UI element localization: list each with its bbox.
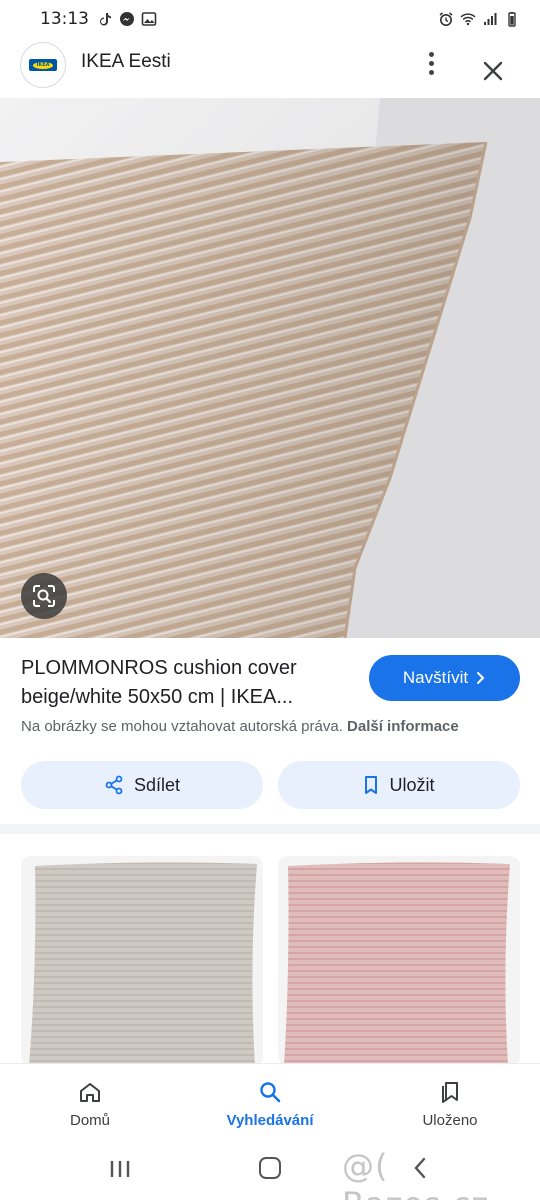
site-logo[interactable]: IKEA [20,42,66,88]
more-dot-icon [428,69,434,75]
tiktok-icon [100,13,111,26]
site-name[interactable]: IKEA Eesti [81,51,171,73]
share-icon [105,775,123,795]
recent-apps-icon[interactable] [108,1159,132,1179]
related-result-card[interactable] [21,856,263,1066]
home-icon [80,1083,100,1102]
nav-saved[interactable]: Uloženo [360,1064,540,1145]
visual-search-button[interactable] [21,573,67,619]
wifi-icon [460,13,476,26]
status-time: 13:13 [40,9,89,29]
nav-search-label: Vyhledávání [226,1112,314,1129]
signal-icon [484,13,497,25]
more-dot-icon [428,60,434,66]
related-image-pink-cushion [278,856,520,1066]
product-title-line-1: PLOMMONROS cushion cover [21,657,297,679]
visit-button[interactable]: Navštívit [369,655,520,701]
battery-icon [508,12,516,27]
copyright-notice: Na obrázky se mohou vztahovat autorská p… [21,718,459,735]
close-icon[interactable] [478,56,508,86]
more-dot-icon [428,51,434,57]
home-button-icon[interactable] [259,1157,281,1179]
product-title-line-2: beige/white 50x50 cm | IKEA... [21,686,294,708]
ikea-logo-text: IKEA [33,61,53,69]
status-bar: 13:13 [0,0,540,38]
search-icon [260,1082,281,1103]
ikea-logo-icon: IKEA [29,59,57,71]
visit-button-label: Navštívit [402,668,469,687]
system-status-icons [438,11,520,27]
gallery-icon [141,12,157,26]
save-button[interactable]: Uložit [278,761,520,809]
save-button-label: Uložit [389,774,435,795]
nav-saved-label: Uloženo [422,1112,478,1129]
share-button[interactable]: Sdílet [21,761,263,809]
bottom-navigation: Domů Vyhledávání Uloženo [0,1063,540,1145]
lens-result-header: IKEA IKEA Eesti [0,38,540,98]
saved-icon [442,1082,458,1103]
watermark: @( Bazos.cz [342,1147,488,1200]
more-info-link[interactable]: Další informace [347,718,459,735]
notification-icons [97,11,157,27]
messenger-icon [120,12,134,26]
section-divider [0,824,540,834]
nav-search[interactable]: Vyhledávání [180,1064,360,1145]
related-result-card[interactable] [278,856,520,1066]
chevron-right-icon [477,672,485,684]
related-image-beige-cushion [21,856,263,1066]
product-title[interactable]: PLOMMONROS cushion cover beige/white 50x… [21,654,356,712]
lens-search-icon [33,585,55,607]
alarm-icon [439,12,453,26]
nav-home[interactable]: Domů [0,1064,180,1145]
copyright-text: Na obrázky se mohou vztahovat autorská p… [21,718,343,735]
cushion-photo [0,98,540,638]
nav-home-label: Domů [69,1112,110,1129]
more-options-button[interactable] [419,48,443,78]
product-image[interactable] [0,98,540,638]
share-button-label: Sdílet [133,774,181,795]
bookmark-icon [365,776,378,794]
